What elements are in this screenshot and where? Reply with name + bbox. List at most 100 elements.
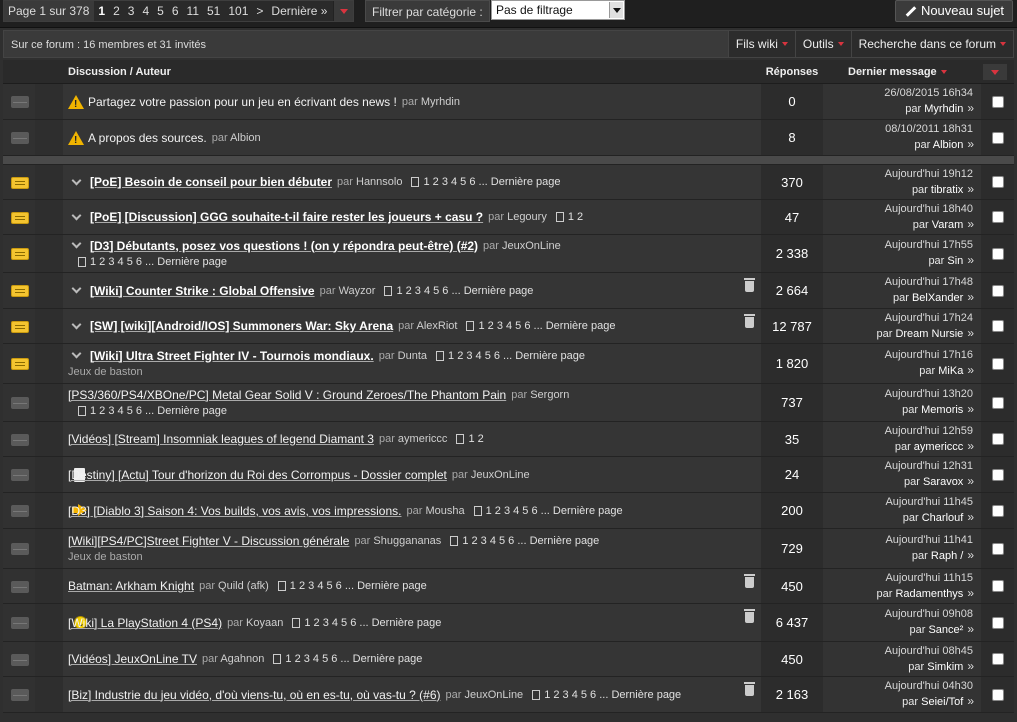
go-to-last-icon[interactable]: » [967,402,974,416]
last-message-author[interactable]: Simkim [927,661,963,673]
next-page-link[interactable]: > [252,4,267,18]
pagination-dropdown-icon[interactable] [333,1,354,21]
topic-checkbox[interactable] [991,95,1004,108]
chevron-down-icon[interactable] [71,238,82,249]
last-message-author[interactable]: Raph / [931,550,963,562]
topic-checkbox[interactable] [991,176,1004,188]
topic-title[interactable]: Batman: Arkham Knight [68,578,194,594]
page-links[interactable]: 1 2 [555,209,583,225]
topic-title[interactable]: [PoE] [Discussion] GGG souhaite-t-il fai… [90,209,483,225]
topic-title[interactable]: [Vidéos] JeuxOnLine TV [68,651,197,667]
topic-checkbox[interactable] [991,320,1004,332]
topic-checkbox[interactable] [991,211,1004,223]
go-to-last-icon[interactable]: » [967,439,974,453]
bulk-select-dropdown-icon[interactable] [983,64,1007,80]
go-to-last-icon[interactable]: » [967,217,974,231]
page-list[interactable]: 1 2 [568,209,583,225]
chevron-down-icon[interactable] [71,348,82,359]
page-link[interactable]: 11 [183,4,203,18]
go-to-last-icon[interactable]: » [967,253,974,267]
forum-search-menu[interactable]: Recherche dans ce forum [850,31,1013,57]
topic-checkbox[interactable] [991,357,1004,370]
author-name[interactable]: AlexRiot [417,320,458,332]
author-name[interactable]: JeuxOnLine [502,240,561,252]
go-to-last-icon[interactable]: » [967,694,974,708]
author-name[interactable]: JeuxOnLine [464,689,523,701]
page-link[interactable]: 2 [109,4,124,18]
page-links[interactable]: 1 2 3 4 5 6 ... Dernière page [78,403,227,419]
go-to-last-icon[interactable]: » [967,474,974,488]
author-name[interactable]: Wayzor [339,285,376,297]
page-link[interactable]: 4 [138,4,153,18]
go-to-last-icon[interactable]: » [967,101,974,115]
chevron-down-icon[interactable] [71,175,82,185]
page-list[interactable]: 1 2 3 4 5 6 ... Dernière page [90,403,227,419]
go-to-last-icon[interactable]: » [967,659,974,673]
topic-checkbox[interactable] [991,653,1004,665]
last-message-author[interactable]: aymericcc [914,441,964,453]
topic-title[interactable]: [Wiki][PS4/PC]Street Fighter V - Discuss… [68,533,349,549]
author-name[interactable]: Dunta [398,350,427,362]
page-links[interactable]: 1 2 3 4 5 6 ... Dernière page [450,533,599,549]
last-message-author[interactable]: Sin [947,255,963,267]
last-message-author[interactable]: BelXander [912,292,963,304]
last-message-author[interactable]: Dream Nursie [895,328,963,340]
topic-title[interactable]: [Vidéos] [Stream] Insomniak leagues of l… [68,431,374,447]
trash-icon[interactable] [744,314,755,328]
go-to-last-icon[interactable]: » [967,363,974,377]
page-links[interactable]: 1 2 3 4 5 6 ... Dernière page [78,254,227,270]
topic-checkbox[interactable] [991,131,1004,144]
author-name[interactable]: Shuggananas [373,535,441,547]
trash-icon[interactable] [744,574,755,588]
page-links[interactable]: 1 2 3 4 5 6 ... Dernière page [292,615,441,631]
topic-title[interactable]: [PoE] Besoin de conseil pour bien débute… [90,174,332,190]
page-list[interactable]: 1 2 3 4 5 6 ... Dernière page [90,254,227,270]
page-links[interactable]: 1 2 [456,431,484,447]
author-name[interactable]: Quild (afk) [218,580,269,592]
last-message-author[interactable]: tibratix [931,184,963,196]
last-message-author[interactable]: Varam [932,219,964,231]
page-links[interactable]: 1 2 3 4 5 6 ... Dernière page [532,687,681,703]
page-list[interactable]: 1 2 3 4 5 6 ... Dernière page [462,533,599,549]
topic-checkbox[interactable] [991,468,1004,481]
topic-checkbox[interactable] [991,616,1004,629]
author-name[interactable]: Agahnon [220,653,264,665]
header-last-message[interactable]: Dernier message [848,60,947,84]
trash-icon[interactable] [744,609,755,623]
topic-title[interactable]: A propos des sources. [88,130,207,146]
header-discussion[interactable]: Discussion / Auteur [68,60,171,84]
tools-menu[interactable]: Outils [794,31,851,57]
page-list[interactable]: 1 2 3 4 5 6 ... Dernière page [285,651,422,667]
chevron-down-icon[interactable] [71,210,82,220]
topic-title[interactable]: [Destiny] [Actu] Tour d'horizon du Roi d… [68,467,447,483]
last-message-author[interactable]: Radamenthys [895,588,963,600]
topic-title[interactable]: [D3] Débutants, posez vos questions ! (o… [90,238,478,254]
last-page-link[interactable]: Dernière » [267,4,333,18]
last-message-author[interactable]: Myrhdin [924,103,963,115]
topic-title[interactable]: [PS3/360/PS4/XBOne/PC] Metal Gear Solid … [68,387,506,403]
page-list[interactable]: 1 2 3 4 5 6 ... Dernière page [290,578,427,594]
go-to-last-icon[interactable]: » [967,182,974,196]
topic-title[interactable]: [SW] [wiki][Android/IOS] Summoners War: … [90,318,393,334]
topic-checkbox[interactable] [991,688,1004,701]
topic-checkbox[interactable] [991,433,1004,445]
page-links[interactable]: 1 2 3 4 5 6 ... Dernière page [273,651,422,667]
topic-category[interactable]: Jeux de baston [68,549,143,565]
page-list[interactable]: 1 2 [468,431,483,447]
page-links[interactable]: 1 2 3 4 5 6 ... Dernière page [466,318,615,334]
page-links[interactable]: 1 2 3 4 5 6 ... Dernière page [277,578,427,594]
topic-title[interactable]: [Biz] Industrie du jeu vidéo, d'où viens… [68,687,441,703]
page-link[interactable]: 5 [153,4,168,18]
new-topic-button[interactable]: Nouveau sujet [895,0,1013,22]
go-to-last-icon[interactable]: » [967,290,974,304]
page-list[interactable]: 1 2 3 4 5 6 ... Dernière page [478,318,615,334]
page-list[interactable]: 1 2 3 4 5 6 ... Dernière page [396,283,533,299]
author-name[interactable]: Hannsolo [356,176,402,188]
topic-checkbox[interactable] [991,284,1004,297]
topic-checkbox[interactable] [991,396,1004,409]
author-name[interactable]: JeuxOnLine [471,469,530,481]
topic-title[interactable]: [D3] [Diablo 3] Saison 4: Vos builds, vo… [68,503,402,519]
author-name[interactable]: aymericcc [398,433,448,445]
last-message-author[interactable]: Charlouf [922,512,964,524]
page-list[interactable]: 1 2 3 4 5 6 ... Dernière page [423,174,560,190]
